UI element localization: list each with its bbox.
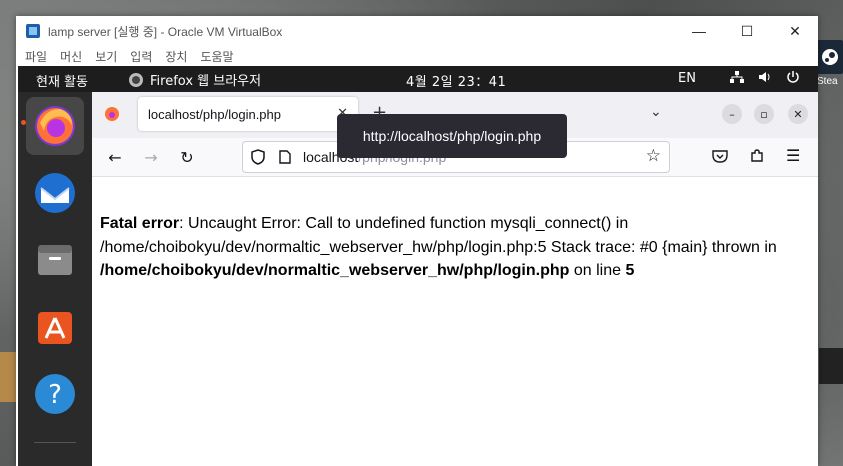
network-icon	[730, 71, 744, 83]
ubuntu-topbar: 현재 활동 Firefox 웹 브라우저 4월 2일 23：41 EN	[18, 66, 818, 92]
menu-file[interactable]: 파일	[25, 48, 47, 65]
menu-machine[interactable]: 머신	[60, 48, 82, 65]
dock-files[interactable]	[26, 231, 84, 289]
shield-icon[interactable]	[251, 149, 265, 165]
volume-icon	[759, 72, 770, 82]
virtualbox-icon	[26, 24, 40, 38]
desktop-shortcut-icon[interactable]	[819, 348, 843, 384]
tab-title: localhost/php/login.php	[148, 106, 281, 122]
error-label: Fatal error	[100, 215, 180, 232]
vbox-menubar: 파일 머신 보기 입력 장치 도움말	[16, 46, 818, 66]
vbox-title-bar: lamp server [실행 중] - Oracle VM VirtualBo…	[16, 16, 818, 46]
minimize-button[interactable]: —	[676, 16, 722, 46]
menu-help[interactable]: 도움말	[200, 48, 233, 65]
steam-label: Stea	[817, 76, 838, 87]
php-error-message: Fatal error: Uncaught Error: Call to und…	[100, 212, 812, 283]
menu-input[interactable]: 입력	[130, 48, 152, 65]
app-name: Firefox 웹 브라우저	[150, 74, 262, 89]
input-language[interactable]: EN	[678, 71, 696, 86]
reload-button[interactable]: ↻	[176, 146, 198, 168]
ubuntu-dock: ?	[18, 92, 92, 466]
ff-minimize-button[interactable]: –	[722, 104, 742, 124]
dock-help[interactable]: ?	[26, 365, 84, 423]
dock-app-center[interactable]	[26, 298, 84, 356]
error-online: on line	[569, 262, 626, 279]
activities-button[interactable]: 현재 활동	[36, 71, 88, 90]
page-info-icon[interactable]	[279, 150, 291, 164]
help-icon: ?	[35, 374, 75, 414]
firefox-small-icon	[129, 72, 143, 87]
power-icon	[787, 71, 799, 83]
app-menu[interactable]: Firefox 웹 브라우저	[128, 70, 261, 89]
svg-text:?: ?	[48, 380, 62, 410]
app-center-icon	[38, 312, 72, 344]
ff-close-button[interactable]: ✕	[788, 104, 808, 124]
dock-firefox[interactable]	[26, 97, 84, 155]
bookmark-star-icon[interactable]: ☆	[646, 146, 661, 166]
firefox-icon	[35, 106, 75, 146]
ff-restore-button[interactable]: ▫	[754, 104, 774, 124]
back-button[interactable]: ←	[104, 146, 126, 168]
tab-login-php[interactable]: localhost/php/login.php ✕	[138, 97, 358, 131]
pocket-icon[interactable]	[712, 149, 728, 163]
firefox-view-icon[interactable]	[104, 106, 120, 122]
list-all-tabs-button[interactable]: ⌄	[650, 104, 662, 120]
menu-devices[interactable]: 장치	[165, 48, 187, 65]
error-message: : Uncaught Error: Call to undefined func…	[100, 215, 777, 256]
maximize-button[interactable]: ☐	[724, 16, 770, 46]
menu-hamburger-icon[interactable]: ☰	[786, 146, 800, 165]
dock-separator	[34, 442, 76, 443]
close-button[interactable]: ✕	[772, 16, 818, 46]
forward-button[interactable]: →	[140, 146, 162, 168]
files-icon	[38, 245, 72, 275]
url-tooltip: http://localhost/php/login.php	[337, 114, 567, 158]
steam-desktop-shortcut[interactable]: Stea	[817, 40, 843, 92]
vbox-title: lamp server [실행 중] - Oracle VM VirtualBo…	[48, 24, 283, 39]
error-file: /home/choibokyu/dev/normaltic_webserver_…	[100, 262, 570, 279]
dock-thunderbird[interactable]	[26, 164, 84, 222]
thunderbird-icon	[35, 173, 75, 213]
clock[interactable]: 4월 2일 23：41	[406, 71, 506, 90]
extensions-icon[interactable]	[749, 148, 765, 164]
menu-view[interactable]: 보기	[95, 48, 117, 65]
system-tray[interactable]	[730, 70, 800, 84]
error-line: 5	[625, 262, 635, 279]
virtualbox-window: lamp server [실행 중] - Oracle VM VirtualBo…	[16, 16, 818, 466]
desktop-shortcut-icon[interactable]	[0, 352, 16, 402]
steam-icon	[817, 40, 843, 74]
